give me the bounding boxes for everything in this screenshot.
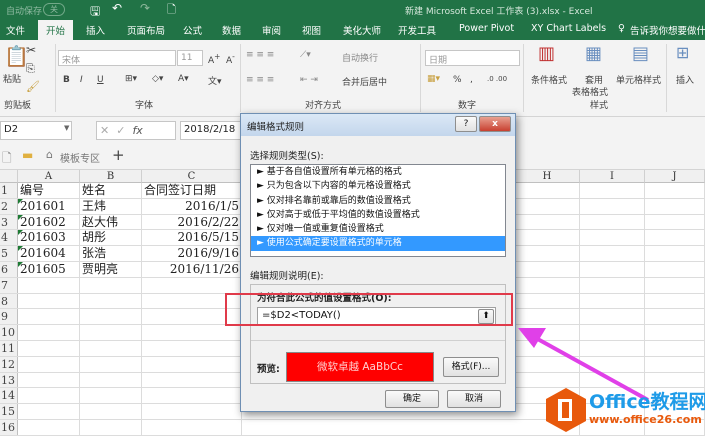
office-logo-icon xyxy=(546,388,586,432)
watermark-brand: Office教程网 xyxy=(589,391,705,413)
annotation-arrow xyxy=(518,328,649,402)
watermark-logo: Office教程网 www.office26.com xyxy=(545,385,705,435)
watermark-url: www.office26.com xyxy=(589,413,702,426)
